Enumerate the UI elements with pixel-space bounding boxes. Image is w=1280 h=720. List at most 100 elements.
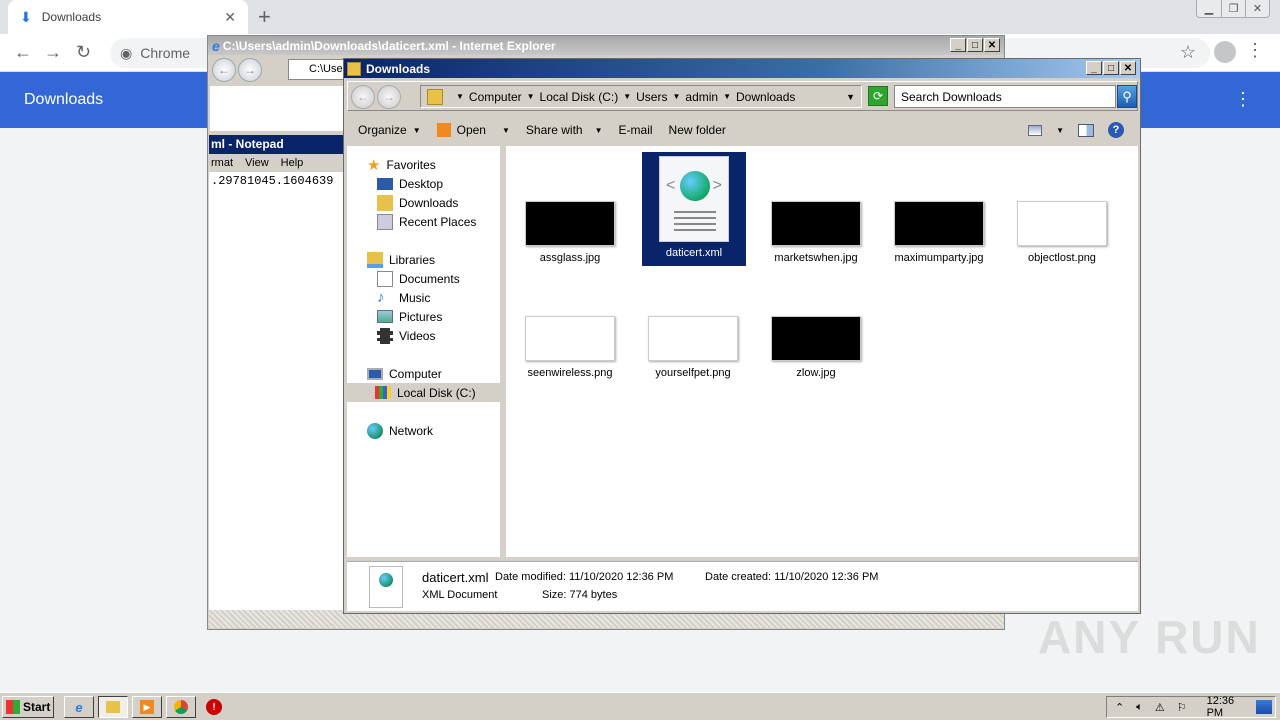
chrome-menu-icon[interactable]: ⋮: [1246, 40, 1264, 61]
open-button[interactable]: Open ▼: [436, 123, 510, 137]
nav-videos[interactable]: Videos: [377, 326, 435, 345]
downloads-menu-icon[interactable]: ⋮: [1234, 89, 1252, 110]
nav-libraries[interactable]: Libraries: [367, 250, 435, 269]
menu-help[interactable]: Help: [281, 157, 304, 172]
taskbar-chrome-icon[interactable]: [166, 696, 196, 718]
volume-icon[interactable]: 🔈︎: [1136, 701, 1143, 714]
nav-computer[interactable]: Computer: [367, 364, 442, 383]
nav-pictures[interactable]: Pictures: [377, 307, 442, 326]
email-button[interactable]: E-mail: [619, 123, 653, 137]
nav-recent-places[interactable]: Recent Places: [377, 212, 476, 231]
chevron-icon[interactable]: ▼: [623, 92, 631, 101]
breadcrumb-admin[interactable]: admin: [685, 90, 718, 104]
nav-local-disk[interactable]: Local Disk (C:): [347, 383, 503, 402]
command-bar: Organize ▼ Open ▼ Share with ▼ E-mail New f…: [347, 115, 1138, 145]
search-input[interactable]: Search Downloads: [894, 85, 1116, 108]
file-thumbnail: [1017, 201, 1107, 246]
breadcrumb[interactable]: ▼ Computer ▼ Local Disk (C:) ▼ Users ▼ a…: [420, 85, 862, 108]
breadcrumb-local-disk[interactable]: Local Disk (C:): [540, 90, 619, 104]
taskbar-media-player-icon[interactable]: ▶: [132, 696, 162, 718]
chevron-icon[interactable]: ▼: [456, 92, 464, 101]
file-item[interactable]: yourselfpet.png: [641, 316, 745, 379]
clock[interactable]: 12:36 PM: [1207, 695, 1245, 719]
taskbar-opera-icon[interactable]: !: [206, 699, 222, 715]
notepad-menu: rmat View Help: [209, 154, 343, 172]
explorer-back-button[interactable]: ←: [351, 85, 375, 109]
nav-music[interactable]: ♪ Music: [377, 288, 430, 307]
notepad-window: ml - Notepad rmat View Help .29781045.16…: [209, 135, 343, 610]
ie-minimize-button[interactable]: _: [950, 38, 966, 52]
show-desktop-button[interactable]: [1256, 700, 1272, 714]
chrome-tab-downloads[interactable]: ⬇ Downloads ✕: [8, 0, 248, 34]
restore-button[interactable]: ❐: [1221, 0, 1245, 17]
organize-button[interactable]: Organize ▼: [358, 123, 421, 137]
file-item[interactable]: zlow.jpg: [764, 316, 868, 379]
profile-avatar[interactable]: [1214, 41, 1236, 63]
network-warning-icon[interactable]: ⚠: [1155, 701, 1165, 714]
show-hidden-icons[interactable]: ⌃: [1115, 701, 1124, 714]
nav-label: Documents: [399, 271, 460, 286]
new-tab-button[interactable]: +: [258, 4, 271, 30]
ie-close-button[interactable]: ✕: [984, 38, 1000, 52]
file-item[interactable]: seenwireless.png: [518, 316, 622, 379]
chevron-down-icon[interactable]: ▼: [502, 126, 510, 135]
explorer-minimize-button[interactable]: _: [1086, 61, 1102, 75]
nav-label: Desktop: [399, 176, 444, 191]
start-button[interactable]: Start: [2, 696, 54, 718]
search-icon[interactable]: ⚲: [1117, 85, 1137, 108]
computer-icon: [367, 367, 383, 380]
change-view-icon[interactable]: [1028, 124, 1043, 136]
file-item[interactable]: marketswhen.jpg: [764, 201, 868, 264]
nav-desktop[interactable]: Desktop: [377, 174, 443, 193]
local-disk-icon: [375, 386, 391, 399]
action-center-flag-icon[interactable]: ⚐: [1177, 701, 1187, 714]
ie-maximize-button[interactable]: □: [967, 38, 983, 52]
view-dropdown-icon[interactable]: ▼: [1056, 126, 1064, 135]
nav-favorites[interactable]: ★ Favorites: [367, 155, 436, 174]
file-name: yourselfpet.png: [655, 367, 731, 379]
breadcrumb-users[interactable]: Users: [636, 90, 667, 104]
new-folder-button[interactable]: New folder: [669, 123, 726, 137]
menu-format[interactable]: rmat: [211, 157, 233, 172]
ie-address-bar[interactable]: C:\Use: [288, 59, 348, 80]
taskbar-ie-icon[interactable]: e: [64, 696, 94, 718]
tab-close-icon[interactable]: ✕: [224, 9, 236, 26]
minimize-button[interactable]: ▁: [1197, 0, 1221, 17]
share-with-button[interactable]: Share with ▼: [526, 123, 603, 137]
file-name: objectlost.png: [1028, 252, 1096, 264]
explorer-forward-button[interactable]: →: [377, 85, 401, 109]
details-date-modified: Date modified: 11/10/2020 12:36 PM: [495, 571, 674, 583]
chevron-down-icon: ▼: [412, 125, 421, 135]
chevron-icon[interactable]: ▼: [723, 92, 731, 101]
menu-view[interactable]: View: [245, 157, 269, 172]
ie-forward-button[interactable]: →: [238, 58, 262, 82]
nav-downloads[interactable]: Downloads: [377, 193, 458, 212]
taskbar-explorer-icon[interactable]: [98, 696, 128, 718]
forward-icon[interactable]: →: [44, 42, 62, 63]
help-icon[interactable]: ?: [1108, 122, 1124, 138]
bookmark-star-icon[interactable]: ☆: [1180, 42, 1196, 63]
file-item-selected[interactable]: < > daticert.xml: [642, 152, 746, 266]
system-tray: ⌃ 🔈︎ ⚠ ⚐ 12:36 PM: [1106, 695, 1276, 719]
breadcrumb-computer[interactable]: Computer: [469, 90, 522, 104]
file-item[interactable]: objectlost.png: [1010, 201, 1114, 264]
reload-icon[interactable]: ↻: [76, 42, 91, 63]
chevron-icon[interactable]: ▼: [527, 92, 535, 101]
address-dropdown-icon[interactable]: ▼: [846, 92, 855, 102]
preview-pane-icon[interactable]: [1078, 123, 1094, 137]
breadcrumb-downloads[interactable]: Downloads: [736, 90, 795, 104]
file-item[interactable]: assglass.jpg: [518, 201, 622, 264]
ie-back-button[interactable]: ←: [212, 58, 236, 82]
details-pane: daticert.xml Date modified: 11/10/2020 1…: [347, 561, 1138, 611]
explorer-close-button[interactable]: ✕: [1120, 61, 1136, 75]
explorer-maximize-button[interactable]: □: [1103, 61, 1119, 75]
details-size: Size: 774 bytes: [542, 589, 618, 601]
nav-documents[interactable]: Documents: [377, 269, 460, 288]
notepad-text[interactable]: .29781045.1604639: [209, 172, 343, 188]
close-button[interactable]: ✕: [1245, 0, 1269, 17]
nav-network[interactable]: Network: [367, 421, 433, 440]
chevron-icon[interactable]: ▼: [672, 92, 680, 101]
refresh-icon[interactable]: ⟳: [868, 86, 888, 106]
file-item[interactable]: maximumparty.jpg: [887, 201, 991, 264]
back-icon[interactable]: ←: [14, 42, 32, 63]
